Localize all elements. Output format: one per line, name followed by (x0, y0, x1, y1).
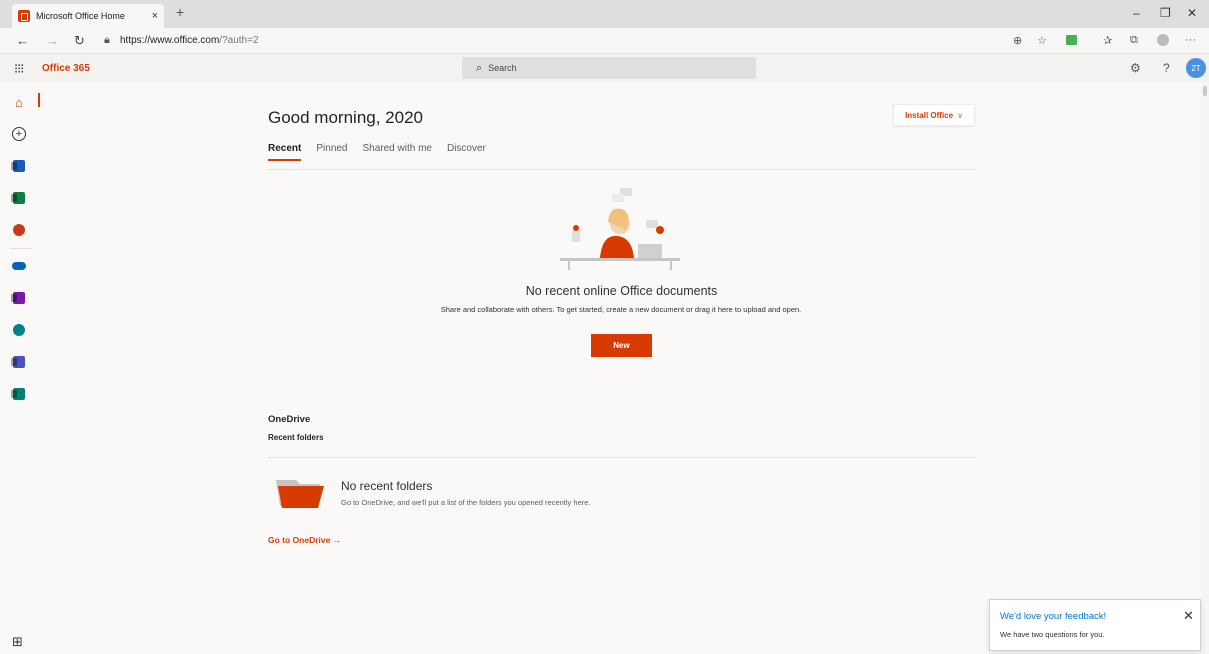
back-icon[interactable]: ← (16, 33, 29, 48)
recent-folders-heading: Recent folders (268, 433, 324, 442)
new-document-button[interactable]: New (591, 334, 652, 357)
word-icon (11, 160, 25, 172)
no-folders-subtitle: Go to OneDrive, and we'll put a list of … (341, 498, 591, 507)
refresh-icon[interactable]: ↻ (74, 33, 85, 49)
url-host: https://www.office.com (120, 35, 220, 46)
create-plus-icon: + (12, 127, 26, 141)
new-tab-icon[interactable]: + (176, 4, 184, 20)
onedrive-divider (268, 457, 975, 458)
rail-powerpoint[interactable] (0, 216, 38, 244)
app-rail: ⌂ + (0, 82, 38, 654)
rail-sharepoint[interactable] (0, 316, 38, 344)
minimize-icon[interactable]: – (1133, 6, 1140, 20)
tab-discover[interactable]: Discover (447, 143, 486, 154)
url-field[interactable]: https://www.office.com/?auth=2 (120, 35, 259, 46)
arrow-right-icon: → (332, 535, 342, 545)
brand-title[interactable]: Office 365 (42, 63, 90, 74)
feedback-subtitle: We have two questions for you. (1000, 630, 1105, 639)
page-title: Good morning, 2020 (268, 108, 423, 127)
onedrive-icon (12, 262, 26, 270)
all-apps-icon[interactable]: ⊞ (12, 634, 23, 650)
address-bar: ← → ↻ 🔒︎ https://www.office.com/?auth=2 … (0, 28, 1209, 54)
excel-icon (11, 192, 25, 204)
rail-onenote[interactable] (0, 284, 38, 312)
powerpoint-icon (13, 224, 25, 236)
rail-sway[interactable] (0, 380, 38, 408)
rail-excel[interactable] (0, 184, 38, 212)
rail-create[interactable]: + (0, 120, 38, 148)
browser-tab-bar: Microsoft Office Home × + – ❐ ✕ (0, 0, 1209, 28)
install-office-button[interactable]: Install Office ∨ (893, 104, 975, 126)
maximize-icon[interactable]: ❐ (1160, 6, 1171, 20)
url-path: /?auth=2 (219, 35, 259, 46)
rail-divider (10, 248, 32, 249)
empty-state-illustration-icon (560, 188, 680, 270)
forward-icon[interactable]: → (46, 33, 59, 48)
close-window-icon[interactable]: ✕ (1187, 6, 1197, 20)
extension-icon[interactable] (1066, 35, 1077, 45)
rail-home[interactable]: ⌂ (0, 88, 38, 116)
empty-state-subtitle: Share and collaborate with others. To ge… (440, 305, 802, 314)
tab-close-icon[interactable]: × (152, 10, 158, 22)
scrollbar[interactable] (1201, 82, 1209, 654)
empty-state-title: No recent online Office documents (525, 284, 718, 298)
app-launcher-icon[interactable]: ⁝⁝⁝ (14, 61, 24, 77)
home-active-indicator (38, 93, 40, 107)
help-icon[interactable]: ? (1163, 61, 1170, 75)
settings-gear-icon[interactable]: ⚙ (1130, 61, 1141, 75)
folder-icon (276, 480, 324, 508)
tab-title: Microsoft Office Home (36, 11, 125, 21)
feedback-popup: We'd love your feedback! We have two que… (989, 599, 1201, 651)
scrollbar-thumb[interactable] (1203, 86, 1207, 96)
profile-icon[interactable] (1157, 34, 1169, 46)
add-icon[interactable]: ⊕ (1013, 34, 1022, 47)
tab-recent[interactable]: Recent (268, 143, 302, 161)
favorite-star-icon[interactable]: ☆ (1037, 34, 1047, 47)
feedback-title[interactable]: We'd love your feedback! (1000, 611, 1106, 622)
search-box[interactable]: ⌕ Search (462, 57, 756, 79)
rail-teams[interactable] (0, 348, 38, 376)
avatar[interactable]: 2T (1186, 58, 1206, 78)
onenote-icon (11, 292, 25, 304)
go-to-onedrive-link[interactable]: Go to OneDrive → (268, 535, 341, 545)
home-icon: ⌂ (15, 94, 23, 110)
onedrive-section-title: OneDrive (268, 414, 311, 425)
chevron-down-icon: ∨ (957, 110, 963, 120)
teams-icon (11, 356, 25, 368)
collections-icon[interactable]: ⧉ (1130, 34, 1138, 47)
browser-tab[interactable]: Microsoft Office Home × (12, 4, 164, 28)
install-office-label: Install Office (905, 110, 954, 120)
office-header: ⁝⁝⁝ Office 365 ⌕ Search ⚙ ? 2T (0, 54, 1209, 82)
more-icon[interactable]: ··· (1185, 34, 1196, 46)
rail-word[interactable] (0, 152, 38, 180)
go-to-onedrive-label: Go to OneDrive (268, 535, 331, 545)
tab-shared[interactable]: Shared with me (363, 143, 432, 154)
close-icon[interactable]: ✕ (1183, 608, 1194, 624)
no-folders-title: No recent folders (341, 479, 433, 493)
tabs-divider (268, 169, 975, 170)
rail-onedrive[interactable] (0, 252, 38, 280)
sharepoint-icon (13, 324, 25, 336)
lock-icon[interactable]: 🔒︎ (104, 34, 110, 47)
search-placeholder: Search (488, 63, 517, 73)
search-icon: ⌕ (476, 61, 483, 74)
document-tabs: Recent Pinned Shared with me Discover (268, 143, 501, 161)
tab-pinned[interactable]: Pinned (316, 143, 347, 154)
sway-icon (11, 388, 25, 400)
office-favicon-icon (18, 10, 30, 22)
favorites-list-icon[interactable]: ✰ (1103, 34, 1112, 47)
